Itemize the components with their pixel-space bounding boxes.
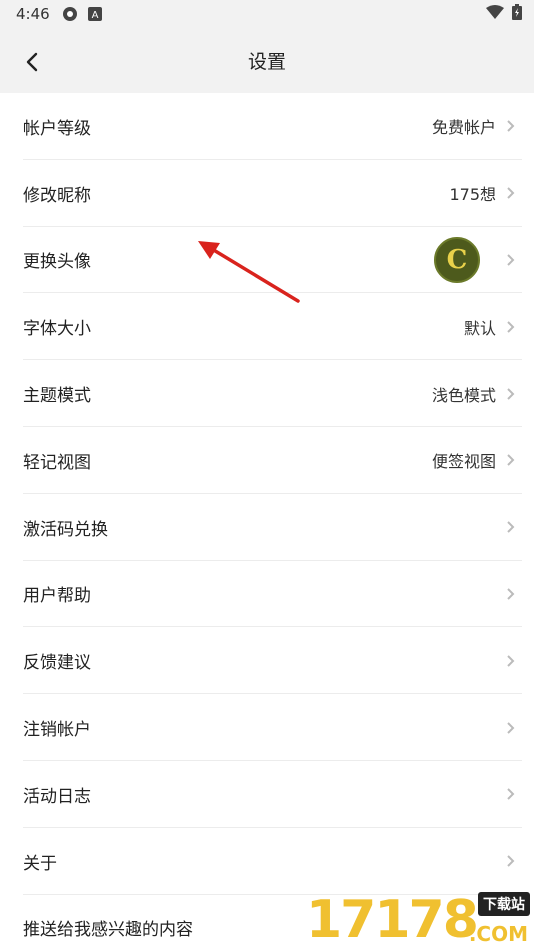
chevron-right-icon: [506, 654, 516, 668]
row-label: 关于: [23, 853, 57, 874]
svg-text:A: A: [91, 10, 98, 21]
chevron-right-icon: [506, 520, 516, 534]
chevron-right-icon: [506, 320, 516, 334]
status-bar: 4:46 A: [0, 0, 534, 28]
row-user-help[interactable]: 用户帮助: [0, 561, 534, 628]
settings-list: 帐户等级 免费帐户 修改昵称 175想 更换头像 C 字体大小 默认 主题模式 …: [0, 93, 534, 950]
row-label: 主题模式: [23, 386, 91, 407]
chevron-left-icon: [26, 52, 38, 72]
row-label: 注销帐户: [23, 720, 91, 741]
chevron-right-icon: [506, 387, 516, 401]
row-activity-log[interactable]: 活动日志: [0, 761, 534, 828]
avatar-letter: C: [446, 244, 468, 275]
row-redeem-code[interactable]: 激活码兑换: [0, 494, 534, 561]
row-label: 推送给我感兴趣的内容: [23, 920, 193, 941]
chevron-right-icon: [506, 186, 516, 200]
row-change-avatar[interactable]: 更换头像 C: [0, 227, 534, 294]
row-about[interactable]: 关于: [0, 828, 534, 895]
chevron-right-icon: [506, 721, 516, 735]
status-time: 4:46: [16, 5, 50, 23]
row-note-view[interactable]: 轻记视图 便签视图: [0, 427, 534, 494]
row-account-level[interactable]: 帐户等级 免费帐户: [0, 93, 534, 160]
row-label: 活动日志: [23, 786, 91, 807]
notification-a-icon: A: [87, 7, 102, 21]
row-label: 激活码兑换: [23, 519, 108, 540]
back-button[interactable]: [14, 44, 50, 80]
row-delete-account[interactable]: 注销帐户: [0, 694, 534, 761]
row-value: 便签视图: [431, 452, 496, 472]
row-value: 免费帐户: [431, 118, 496, 138]
row-feedback[interactable]: 反馈建议: [0, 627, 534, 694]
row-font-size[interactable]: 字体大小 默认: [0, 293, 534, 360]
chevron-right-icon: [506, 854, 516, 868]
row-value: 默认: [463, 318, 496, 338]
chevron-right-icon: [506, 119, 516, 133]
page-title: 设置: [247, 50, 286, 73]
row-label: 更换头像: [23, 252, 91, 273]
row-label: 修改昵称: [23, 185, 91, 206]
row-push-interests[interactable]: 推送给我感兴趣的内容: [0, 895, 534, 950]
app-header: 设置: [0, 28, 534, 92]
row-edit-nickname[interactable]: 修改昵称 175想: [0, 160, 534, 227]
chevron-right-icon: [506, 587, 516, 601]
row-value: 175想: [449, 185, 496, 205]
row-label: 反馈建议: [23, 653, 91, 674]
row-label: 帐户等级: [23, 118, 91, 139]
avatar: C: [434, 236, 480, 283]
row-label: 轻记视图: [23, 452, 91, 473]
chevron-right-icon: [506, 253, 516, 267]
battery-icon: [512, 4, 522, 24]
row-label: 字体大小: [23, 319, 91, 340]
chevron-right-icon: [506, 453, 516, 467]
row-label: 用户帮助: [23, 586, 91, 607]
row-theme-mode[interactable]: 主题模式 浅色模式: [0, 360, 534, 427]
chevron-right-icon: [506, 787, 516, 801]
wifi-icon: [486, 5, 504, 23]
settings-gear-status-icon: [62, 6, 78, 22]
row-value: 浅色模式: [431, 385, 496, 405]
